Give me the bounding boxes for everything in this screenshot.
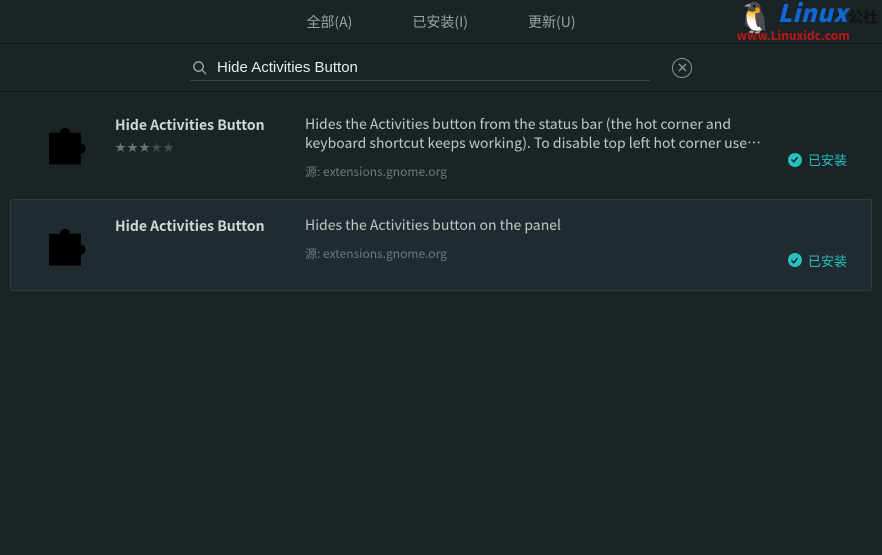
search-bar xyxy=(0,44,882,92)
extension-icon xyxy=(35,216,95,276)
extension-icon xyxy=(35,115,95,175)
installed-status: 已安装 xyxy=(788,251,847,270)
result-description: Hides the Activities button on the panel xyxy=(305,216,768,235)
tab-installed[interactable]: 已安装(I) xyxy=(412,12,468,32)
result-row[interactable]: Hide Activities Button Hides the Activit… xyxy=(10,199,872,291)
result-source: 源: extensions.gnome.org xyxy=(305,163,768,180)
result-desc-column: Hides the Activities button from the sta… xyxy=(305,115,768,180)
search-input[interactable] xyxy=(217,59,648,76)
result-status-column: 已安装 xyxy=(788,115,847,169)
result-row[interactable]: Hide Activities Button ★★★★★ Hides the A… xyxy=(10,98,872,195)
tab-updates[interactable]: 更新(U) xyxy=(528,12,576,32)
tab-all[interactable]: 全部(A) xyxy=(306,12,352,32)
status-label: 已安装 xyxy=(808,150,847,169)
result-rating: ★★★★★ xyxy=(115,139,285,155)
result-title: Hide Activities Button xyxy=(115,115,285,135)
close-icon xyxy=(678,63,687,72)
clear-search-button[interactable] xyxy=(672,58,692,78)
result-title-column: Hide Activities Button ★★★★★ xyxy=(115,115,285,155)
result-status-column: 已安装 xyxy=(788,216,847,270)
status-label: 已安装 xyxy=(808,251,847,270)
installed-status: 已安装 xyxy=(788,150,847,169)
filter-tabs: 全部(A) 已安装(I) 更新(U) xyxy=(0,0,882,44)
result-description: Hides the Activities button from the sta… xyxy=(305,115,768,153)
result-title-column: Hide Activities Button xyxy=(115,216,285,236)
result-source: 源: extensions.gnome.org xyxy=(305,245,768,262)
installed-check-icon xyxy=(788,253,802,267)
search-box xyxy=(190,55,650,81)
result-icon xyxy=(35,216,95,276)
result-title: Hide Activities Button xyxy=(115,216,285,236)
search-icon xyxy=(192,60,207,75)
results-list: Hide Activities Button ★★★★★ Hides the A… xyxy=(0,92,882,291)
result-desc-column: Hides the Activities button on the panel… xyxy=(305,216,768,262)
result-icon xyxy=(35,115,95,175)
installed-check-icon xyxy=(788,153,802,167)
